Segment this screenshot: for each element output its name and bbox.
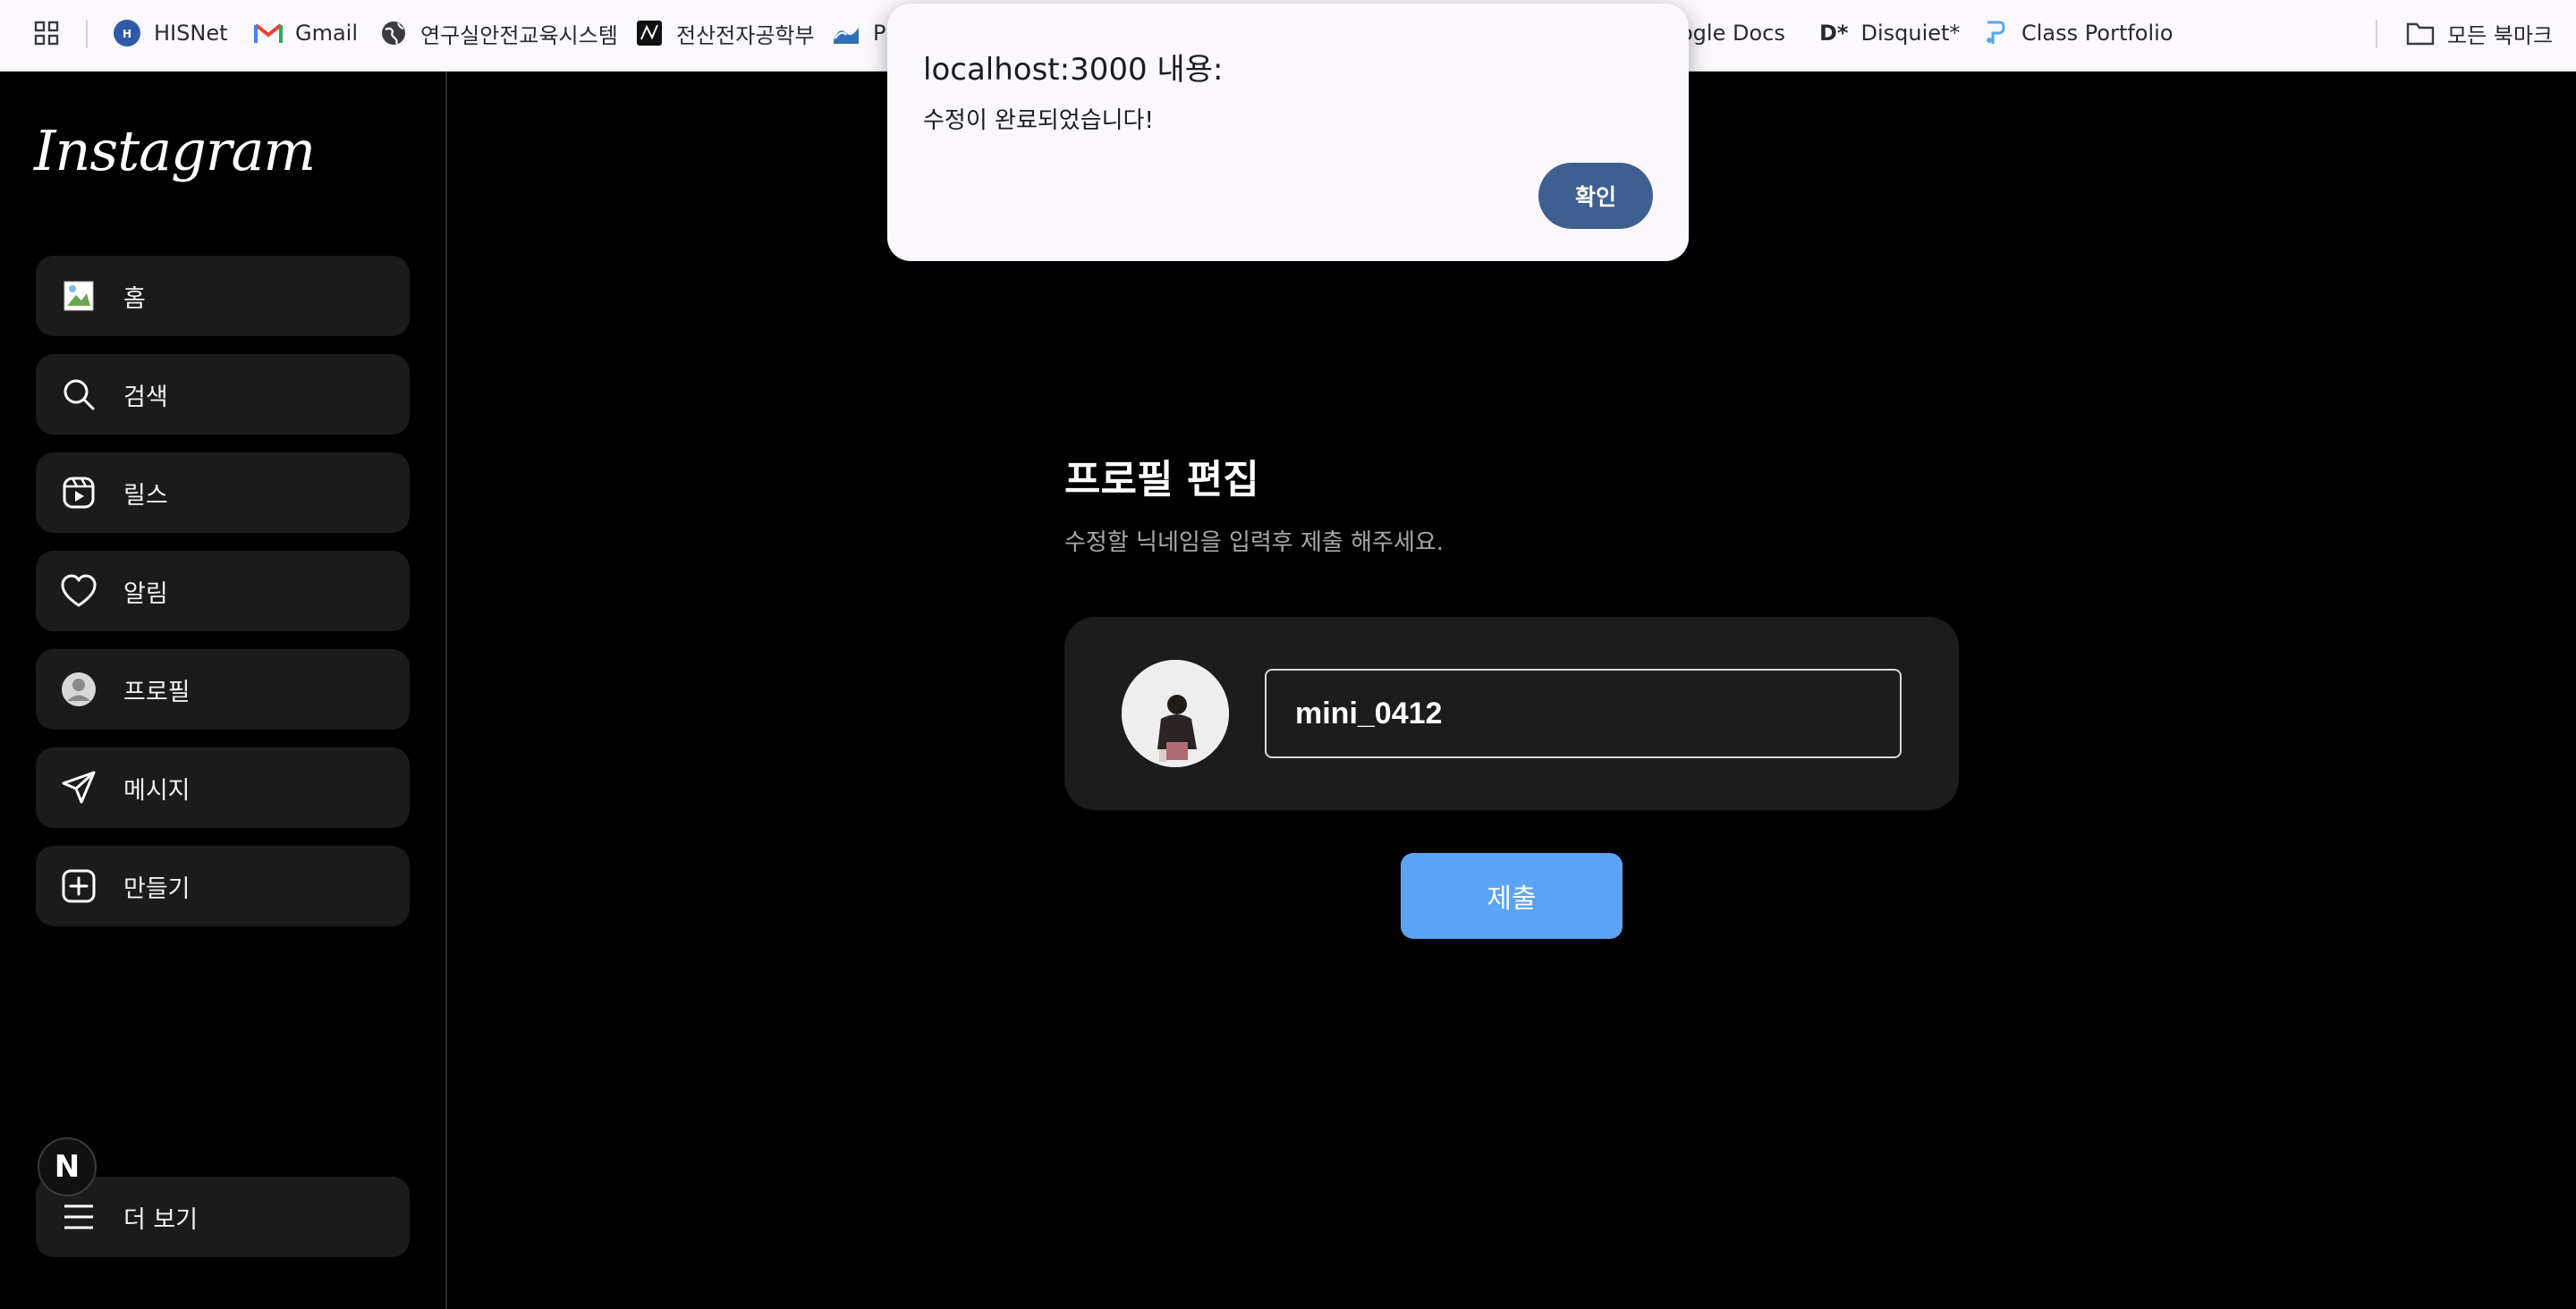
search-icon — [59, 375, 98, 414]
folder-icon — [2406, 19, 2435, 47]
bookmark-label: P — [873, 21, 886, 46]
bookmark-p[interactable]: P — [832, 0, 886, 66]
profile-avatar-icon — [59, 670, 98, 709]
nextjs-dev-badge[interactable]: N — [38, 1137, 97, 1196]
bookmark-label: Class Portfolio — [2021, 21, 2174, 46]
instagram-logo[interactable]: Instagram — [34, 118, 316, 183]
sidebar-item-more[interactable]: 더 보기 — [36, 1177, 410, 1257]
dialog-title: localhost:3000 내용: — [923, 52, 1224, 88]
bookmark-docs[interactable]: ogle Docs — [1680, 0, 1785, 66]
send-icon — [59, 768, 98, 807]
sidebar-item-label: 홈 — [123, 284, 146, 313]
sidebar: Instagram 홈 검색 릴스 알림 프로필 메시지 만들기 더 보기 N — [0, 72, 447, 1309]
profile-card — [1064, 617, 1959, 810]
sidebar-item-create[interactable]: 만들기 — [36, 846, 410, 926]
sidebar-item-search[interactable]: 검색 — [36, 354, 410, 435]
reels-icon — [59, 473, 98, 512]
submit-button[interactable]: 제출 — [1401, 853, 1623, 939]
heart-icon — [59, 571, 98, 611]
menu-icon — [59, 1197, 98, 1237]
alert-dialog: localhost:3000 내용: 수정이 완료되었습니다! 확인 — [887, 4, 1689, 261]
sidebar-item-label: 알림 — [123, 579, 168, 608]
dept-icon — [635, 19, 664, 47]
bookmarks-divider — [86, 20, 88, 48]
sidebar-item-home[interactable]: 홈 — [36, 256, 410, 336]
page-subtitle: 수정할 닉네임을 입력후 제출 해주세요. — [1064, 529, 1445, 556]
sidebar-item-label: 더 보기 — [123, 1205, 199, 1234]
bookmark-dept[interactable]: 전산전자공학부 — [635, 0, 815, 66]
sidebar-item-label: 릴스 — [123, 481, 168, 510]
home-image-icon — [59, 276, 98, 316]
nickname-input[interactable] — [1265, 669, 1902, 758]
sidebar-item-label: 검색 — [123, 383, 168, 411]
sidebar-item-notifications[interactable]: 알림 — [36, 551, 410, 631]
bookmark-disquiet[interactable]: D* Disquiet* — [1819, 0, 1960, 66]
bookmark-label: 모든 북마크 — [2447, 22, 2554, 48]
disquiet-icon: D* — [1819, 21, 1849, 46]
sidebar-item-messages[interactable]: 메시지 — [36, 747, 410, 828]
dialog-ok-button[interactable]: 확인 — [1538, 163, 1653, 229]
svg-text:H: H — [123, 28, 131, 40]
globe-icon — [379, 19, 408, 47]
bookmark-label: 연구실안전교육시스템 — [420, 22, 618, 48]
sidebar-item-profile[interactable]: 프로필 — [36, 649, 410, 730]
apps-grid-icon[interactable] — [32, 0, 61, 66]
sidebar-item-label: 프로필 — [123, 678, 191, 706]
bookmark-label: Gmail — [295, 21, 359, 46]
bookmark-hisnet[interactable]: H HISNet — [113, 0, 228, 66]
bookmarks-divider — [2376, 20, 2377, 48]
bookmark-label: Disquiet* — [1860, 21, 1961, 46]
bookmark-gmail[interactable]: Gmail — [254, 0, 358, 66]
sidebar-item-label: 만들기 — [123, 874, 191, 903]
gmail-icon — [254, 19, 283, 47]
dialog-message: 수정이 완료되었습니다! — [923, 107, 1154, 134]
bookmark-class-portfolio[interactable]: Class Portfolio — [1980, 0, 2174, 66]
bookmark-safety[interactable]: 연구실안전교육시스템 — [379, 0, 618, 66]
avatar[interactable] — [1122, 660, 1229, 767]
wave-icon — [832, 19, 860, 47]
bookmark-label: ogle Docs — [1680, 21, 1785, 46]
bookmark-label: 전산전자공학부 — [676, 22, 815, 48]
all-bookmarks-folder[interactable]: 모든 북마크 — [2406, 0, 2553, 66]
hisnet-icon: H — [113, 19, 141, 47]
portfolio-icon — [1980, 19, 2009, 47]
plus-square-icon — [59, 866, 98, 906]
page-title: 프로필 편집 — [1064, 457, 1259, 502]
sidebar-item-label: 메시지 — [123, 776, 191, 805]
bookmark-label: HISNet — [154, 21, 228, 46]
sidebar-item-reels[interactable]: 릴스 — [36, 452, 410, 533]
